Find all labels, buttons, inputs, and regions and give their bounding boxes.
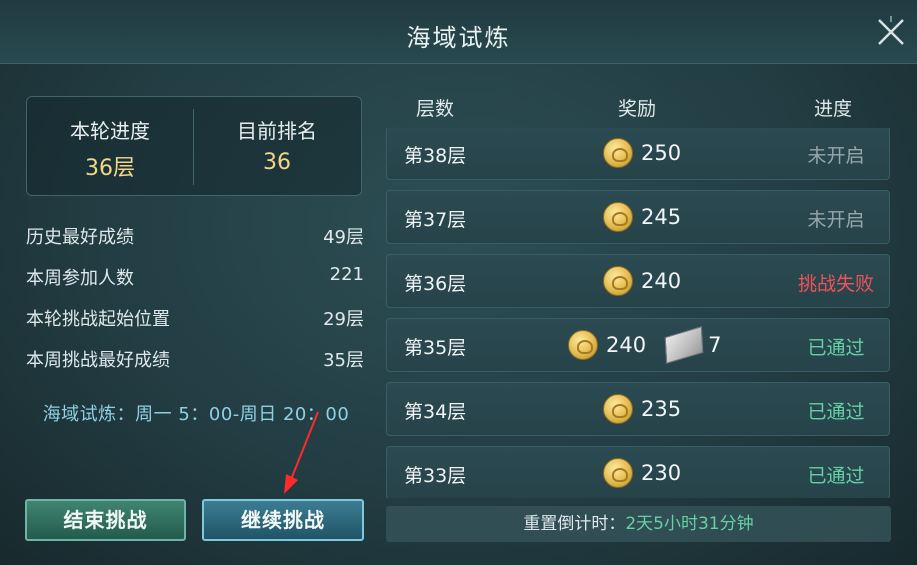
info-value: 49层: [323, 227, 364, 248]
reset-time: 2天5小时31分钟: [625, 514, 754, 534]
info-row-start: 本轮挑战起始位置 29层: [26, 305, 364, 333]
coin-icon: [603, 394, 633, 424]
floor-label: 第36层: [404, 273, 467, 295]
title-bar: 海域试炼: [0, 0, 917, 64]
coin-icon: [603, 266, 633, 296]
rank-value: 36: [263, 150, 291, 175]
stats-box: 本轮进度 36层 目前排名 36: [26, 96, 362, 196]
rank-stat: 目前排名 36: [194, 115, 360, 175]
status-badge: 已通过: [807, 337, 865, 359]
red-arrow-icon: [284, 411, 319, 494]
info-label: 本轮挑战起始位置: [26, 309, 170, 330]
floor-label: 第38层: [404, 145, 467, 167]
info-row-participants: 本周参加人数 221: [26, 264, 364, 292]
reward: 245: [603, 202, 681, 232]
close-icon[interactable]: [873, 14, 909, 50]
table-row[interactable]: 第33层 230 已通过: [386, 446, 890, 498]
status-badge: 挑战失败: [797, 273, 874, 295]
floor-list[interactable]: 第38层 250 未开启 第37层 245 未开启 第36层 240 挑战失败 …: [386, 128, 892, 498]
coin-amount: 250: [641, 141, 682, 165]
progress-stat: 本轮进度 36层: [27, 115, 193, 182]
coin-amount: 240: [606, 333, 647, 357]
progress-value: 36层: [85, 156, 135, 181]
continue-challenge-button[interactable]: 继续挑战: [202, 499, 364, 541]
reward: 240 7: [568, 326, 722, 364]
info-label: 本周参加人数: [26, 268, 134, 289]
info-label: 本周挑战最好成绩: [26, 350, 170, 371]
trial-panel: 海域试炼 本轮进度 36层 目前排名 36 历史最好成绩 49层 本周参加人数 …: [0, 0, 917, 565]
floor-label: 第33层: [404, 465, 467, 487]
status-badge: 未开启: [807, 145, 865, 167]
reward: 235: [603, 394, 681, 424]
end-challenge-button[interactable]: 结束挑战: [25, 499, 186, 541]
reward: 240: [603, 266, 681, 296]
coin-amount: 245: [641, 205, 682, 229]
page-title: 海域试炼: [406, 24, 511, 52]
header-progress: 进度: [814, 98, 853, 120]
reset-countdown: 重置倒计时：2天5小时31分钟: [386, 506, 891, 542]
status-badge: 已通过: [807, 465, 865, 487]
floor-label: 第35层: [404, 337, 467, 359]
scroll-item-icon: [664, 326, 704, 364]
coin-amount: 235: [641, 397, 682, 421]
table-row[interactable]: 第34层 235 已通过: [386, 382, 890, 436]
reset-label: 重置倒计时：: [523, 514, 626, 534]
table-row[interactable]: 第38层 250 未开启: [386, 128, 890, 180]
info-value: 29层: [323, 309, 364, 330]
coin-amount: 230: [641, 461, 682, 485]
table-row[interactable]: 第37层 245 未开启: [386, 190, 890, 244]
reward: 230: [603, 458, 681, 488]
coin-amount: 240: [641, 269, 682, 293]
info-value: 221: [329, 264, 364, 285]
item-count: 7: [708, 333, 722, 357]
info-row-week-best: 本周挑战最好成绩 35层: [26, 346, 364, 374]
info-label: 历史最好成绩: [26, 227, 134, 248]
status-badge: 未开启: [807, 209, 865, 231]
info-row-best: 历史最好成绩 49层: [26, 223, 364, 251]
coin-icon: [603, 202, 633, 232]
coin-icon: [603, 458, 633, 488]
table-header: 层数 奖励 进度: [386, 94, 891, 124]
info-value: 35层: [323, 350, 364, 371]
header-floor: 层数: [416, 98, 455, 120]
coin-icon: [568, 330, 598, 360]
rank-label: 目前排名: [237, 119, 317, 143]
floor-label: 第34层: [404, 401, 467, 423]
reward: 250: [603, 138, 681, 168]
progress-label: 本轮进度: [70, 119, 150, 143]
floor-label: 第37层: [404, 209, 467, 231]
table-row[interactable]: 第35层 240 7 已通过: [386, 318, 890, 372]
table-row[interactable]: 第36层 240 挑战失败: [386, 254, 890, 308]
header-reward: 奖励: [618, 98, 657, 120]
coin-icon: [603, 138, 633, 168]
status-badge: 已通过: [807, 401, 865, 423]
